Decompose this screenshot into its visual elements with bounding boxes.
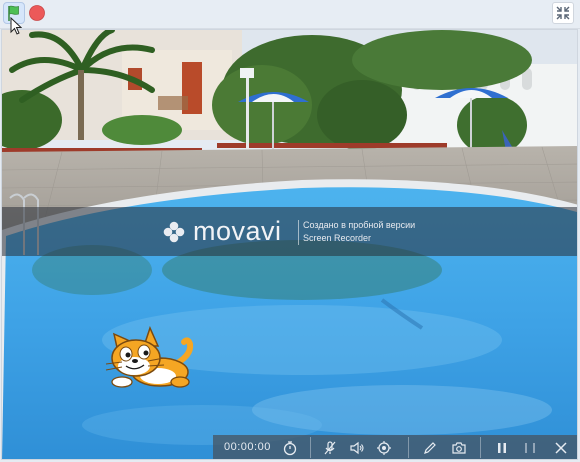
stop-icon (29, 5, 45, 21)
fullscreen-exit-button[interactable] (552, 2, 574, 24)
pause-icon[interactable] (494, 440, 510, 456)
stopwatch-icon[interactable] (282, 440, 298, 456)
speaker-icon[interactable] (349, 440, 365, 456)
recorder-separator (408, 437, 409, 458)
watermark-brand: movavi (193, 216, 282, 246)
webcam-settings-icon[interactable] (376, 440, 392, 456)
recorder-separator (310, 437, 311, 458)
stop-recording-icon[interactable] (522, 440, 538, 456)
pencil-draw-icon[interactable] (422, 440, 438, 456)
watermark-divider (298, 220, 299, 245)
watermark-line1: Создано в пробной версии (303, 220, 416, 230)
close-recorder-icon[interactable] (553, 440, 569, 456)
movavi-logo-icon (163, 221, 185, 243)
watermark-banner (2, 207, 577, 256)
watermark-line2: Screen Recorder (303, 233, 372, 243)
microphone-muted-icon[interactable] (322, 440, 338, 456)
scratch-cat-sprite[interactable] (102, 326, 198, 390)
recorder-separator (480, 437, 481, 458)
stage[interactable]: movavi Создано в пробной версии Screen R… (1, 29, 578, 460)
stage-toolbar (0, 0, 580, 29)
fullscreen-exit-icon (556, 6, 570, 20)
player-window: movavi Создано в пробной версии Screen R… (0, 0, 580, 462)
screenshot-camera-icon[interactable] (451, 440, 467, 456)
mouse-cursor-icon (10, 17, 22, 35)
stop-button[interactable] (28, 3, 48, 23)
recorder-timer: 00:00:00 (224, 441, 271, 453)
